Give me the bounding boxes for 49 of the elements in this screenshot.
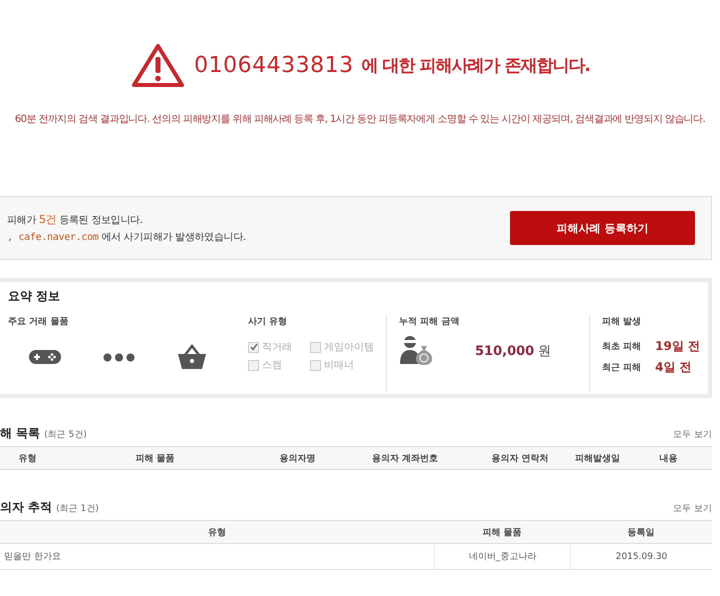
occurrence-value: 19일 전 xyxy=(655,338,700,355)
fraud-type-label: 사기 유형 xyxy=(248,316,288,328)
report-count-text: 피해가 5건 등록된 정보입니다. xyxy=(7,212,144,227)
column-header: 유형 xyxy=(207,526,227,538)
column-header: 등록일 xyxy=(626,526,656,538)
column-header: 유형 xyxy=(18,452,38,464)
warning-icon xyxy=(130,42,186,88)
column-header: 피해 물품 xyxy=(481,526,523,538)
section-title: 의자 추적 xyxy=(0,500,52,514)
column-header: 피해발생일 xyxy=(574,452,621,464)
alert-message: 에 대한 피해사례가 존재합니다. xyxy=(362,54,590,76)
items-label: 주요 거래 물품 xyxy=(8,316,70,328)
occurrence-row-label: 최근 피해 xyxy=(602,362,642,374)
checkbox[interactable] xyxy=(248,342,259,352)
site-text: , cafe.naver.com 에서 사기피해가 발생하였습니다. xyxy=(7,231,246,244)
table-cell: 2015.09.30 xyxy=(570,544,712,569)
register-button[interactable]: 피해사례 등록하기 xyxy=(510,211,695,245)
table-cell-text: 믿을만 한가요 xyxy=(3,551,62,564)
table-cell: 네이버_중고나라 xyxy=(434,544,570,569)
view-all-link[interactable]: 모두 보기 xyxy=(673,428,712,441)
column-header: 용의자명 xyxy=(278,452,316,464)
fraud-type-option[interactable]: 게임아이템 xyxy=(310,340,380,354)
total-amount: 510,000 xyxy=(475,344,534,359)
gamepad-icon xyxy=(29,349,61,365)
section-title: 해 목록 xyxy=(0,426,40,440)
currency-unit: 원 xyxy=(538,344,552,359)
more-icon xyxy=(103,352,135,362)
total-label: 누적 피해 금액 xyxy=(399,316,460,328)
occurrence-label: 피해 발생 xyxy=(602,316,642,328)
phone-number: 01064433813 xyxy=(194,52,354,78)
occurrence-value: 4일 전 xyxy=(655,359,693,376)
fraud-type-option[interactable]: 직거래 xyxy=(248,340,310,354)
notice-text: 60분 전까지의 검색 결과입니다. 선의의 피해방지를 위해 피해사례 등록 후, 1시간 동안 피등록자에게 소명할 수 있는 시간이 제공되며, 검색결과에 반영되지 않습니다. xyxy=(14,113,706,126)
checkbox[interactable] xyxy=(310,342,321,352)
checkbox[interactable] xyxy=(248,360,259,370)
column-header: 용의자 계좌번호 xyxy=(370,452,440,464)
column-header: 용의자 연락처 xyxy=(490,452,550,464)
column-header: 내용 xyxy=(658,452,678,464)
column-header: 피해 물품 xyxy=(134,452,176,464)
checkbox[interactable] xyxy=(310,360,321,370)
thief-money-bag-icon xyxy=(399,334,435,366)
fraud-type-option[interactable]: 비매너 xyxy=(310,358,380,372)
basket-icon xyxy=(177,344,207,370)
occurrence-row-label: 최초 피해 xyxy=(602,341,642,353)
section-note: (최근 1건) xyxy=(56,504,99,514)
view-all-link[interactable]: 모두 보기 xyxy=(673,502,712,515)
summary-title: 요약 정보 xyxy=(8,288,62,305)
section-note: (최근 5건) xyxy=(44,430,87,440)
fraud-type-option[interactable]: 스캠 xyxy=(248,358,310,372)
